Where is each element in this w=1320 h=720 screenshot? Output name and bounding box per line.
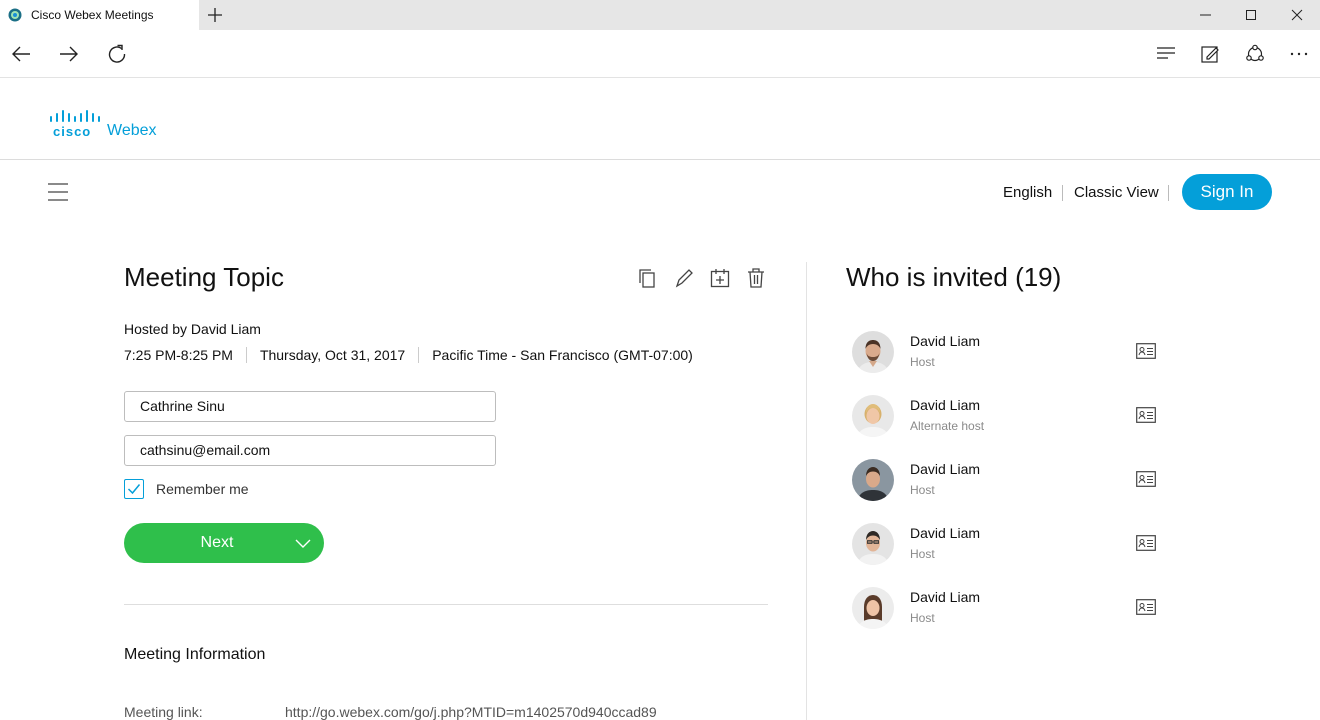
contact-card-icon[interactable]: [1136, 535, 1156, 551]
invitee-name: David Liam: [910, 333, 981, 349]
checkmark-icon: [127, 484, 141, 495]
meeting-date: Thursday, Oct 31, 2017: [259, 347, 406, 363]
chevron-down-icon[interactable]: [295, 537, 311, 549]
name-field[interactable]: Cathrine Sinu: [124, 391, 496, 422]
site-header: [0, 78, 1320, 160]
invitee-name: David Liam: [910, 397, 981, 413]
avatar: [852, 459, 894, 501]
maximize-icon[interactable]: [1240, 4, 1262, 26]
invitee-role: Host: [910, 355, 935, 369]
contact-card-icon[interactable]: [1136, 407, 1156, 423]
back-arrow-icon[interactable]: [10, 43, 32, 65]
meeting-link-label: Meeting link:: [124, 704, 203, 720]
invitee-role: Host: [910, 483, 935, 497]
hub-icon[interactable]: [1155, 43, 1177, 65]
invitee-role: Host: [910, 611, 935, 625]
contact-card-icon[interactable]: [1136, 471, 1156, 487]
share-icon[interactable]: [1244, 43, 1266, 65]
invitee-name: David Liam: [910, 589, 981, 605]
minimize-icon[interactable]: [1195, 4, 1217, 26]
sign-in-button[interactable]: Sign In: [1182, 174, 1272, 210]
plus-icon[interactable]: [205, 5, 225, 25]
browser-nav-bar: [0, 30, 1320, 78]
meeting-time-row: 7:25 PM-8:25 PM Thursday, Oct 31, 2017 P…: [124, 347, 693, 363]
more-icon[interactable]: [1288, 43, 1310, 65]
browser-tab[interactable]: Cisco Webex Meetings: [0, 0, 199, 30]
next-button-label: Next: [200, 534, 234, 551]
remember-me-checkbox[interactable]: [124, 479, 144, 499]
next-button[interactable]: Next: [124, 523, 324, 563]
webex-wordmark: Webex: [107, 122, 157, 139]
header-divider: [1168, 185, 1169, 201]
avatar: [852, 331, 894, 373]
column-divider: [806, 262, 807, 720]
classic-view-link[interactable]: Classic View: [1074, 184, 1159, 201]
close-icon[interactable]: [1286, 4, 1308, 26]
avatar: [852, 523, 894, 565]
invitee-row[interactable]: David Liam Host: [852, 587, 1172, 631]
webex-favicon-icon: [8, 8, 22, 22]
hosted-by-text: Hosted by David Liam: [124, 321, 261, 337]
web-note-icon[interactable]: [1199, 43, 1221, 65]
time-divider: [245, 347, 247, 363]
language-selector[interactable]: English: [1003, 184, 1052, 201]
remember-me-label: Remember me: [156, 481, 249, 497]
copy-icon[interactable]: [638, 267, 658, 289]
invitee-role: Alternate host: [910, 419, 985, 433]
contact-card-icon[interactable]: [1136, 599, 1156, 615]
invitee-row[interactable]: David Liam Host: [852, 459, 1172, 503]
invitee-row[interactable]: David Liam Host: [852, 331, 1172, 375]
invitee-name: David Liam: [910, 525, 981, 541]
meeting-timezone: Pacific Time - San Francisco (GMT-07:00): [432, 347, 693, 363]
meeting-link-value[interactable]: http://go.webex.com/go/j.php?MTID=m14025…: [285, 704, 657, 720]
section-divider: [124, 604, 768, 605]
hamburger-menu-icon[interactable]: [47, 182, 69, 202]
browser-tab-bar: Cisco Webex Meetings: [0, 0, 1320, 30]
edit-icon[interactable]: [674, 267, 694, 289]
avatar: [852, 395, 894, 437]
contact-card-icon[interactable]: [1136, 343, 1156, 359]
delete-icon[interactable]: [746, 267, 766, 289]
refresh-icon[interactable]: [106, 43, 128, 65]
tab-title: Cisco Webex Meetings: [31, 8, 154, 22]
meeting-topic-title: Meeting Topic: [124, 262, 284, 292]
email-field[interactable]: cathsinu@email.com: [124, 435, 496, 466]
invitee-role: Host: [910, 547, 935, 561]
forward-arrow-icon[interactable]: [58, 43, 80, 65]
invitee-row[interactable]: David Liam Host: [852, 523, 1172, 567]
invitee-row[interactable]: David Liam Alternate host: [852, 395, 1172, 439]
avatar: [852, 587, 894, 629]
header-divider: [1062, 185, 1063, 201]
meeting-information-heading: Meeting Information: [124, 646, 266, 663]
invitee-name: David Liam: [910, 461, 981, 477]
invited-heading: Who is invited (19): [846, 262, 1062, 292]
meeting-time: 7:25 PM-8:25 PM: [124, 347, 233, 363]
cisco-wordmark: cisco: [53, 124, 92, 139]
add-calendar-icon[interactable]: [710, 267, 730, 289]
time-divider: [418, 347, 420, 363]
